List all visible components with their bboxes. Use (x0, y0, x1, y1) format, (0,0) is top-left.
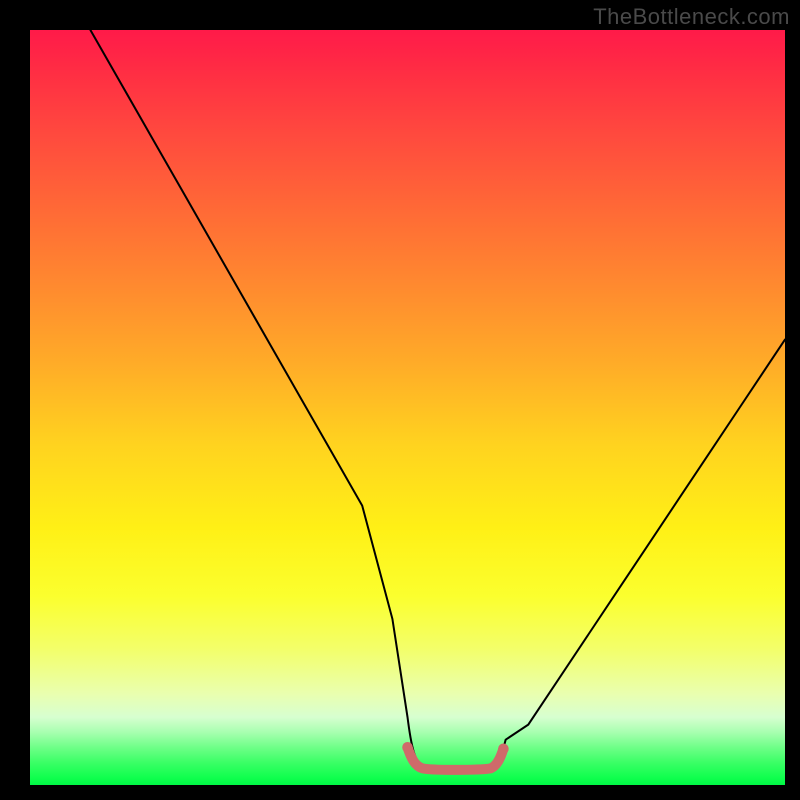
curve-layer (30, 30, 785, 785)
watermark-label: TheBottleneck.com (593, 4, 790, 30)
chart-frame: TheBottleneck.com (0, 0, 800, 800)
optimal-band (408, 747, 504, 770)
optimal-band-endcap-right (498, 743, 509, 754)
bottleneck-curve (90, 30, 785, 770)
plot-area (30, 30, 785, 785)
optimal-band-endcap-left (402, 742, 413, 753)
